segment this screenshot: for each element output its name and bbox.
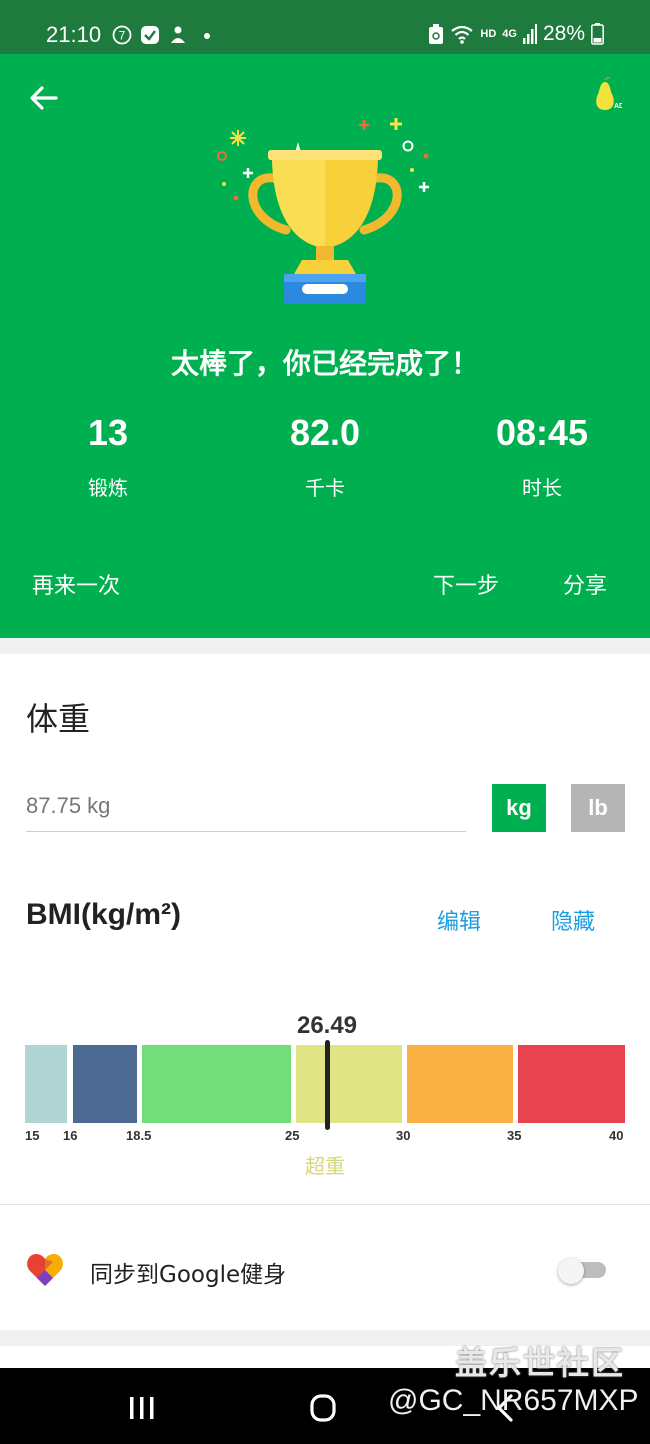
trophy-illustration — [217, 118, 429, 304]
bmi-tick: 15 — [25, 1128, 40, 1143]
bmi-marker — [325, 1040, 330, 1130]
stat-label: 千卡 — [305, 476, 345, 500]
completion-hero: AD 太棒了，你已经完成了！ 13 锻炼 82.0 千卡 08:45 时长 再来… — [0, 54, 650, 638]
section-divider — [0, 638, 650, 654]
status-bar: 21:10 7 HD 4G 28% — [0, 0, 650, 54]
google-fit-sync-toggle[interactable] — [558, 1258, 606, 1284]
stat-exercises: 13 锻炼 — [0, 412, 216, 501]
pear-ad-icon[interactable]: AD — [588, 76, 622, 116]
bmi-title: BMI(kg/m²) — [26, 898, 181, 931]
notification-7-icon: 7 — [112, 25, 132, 45]
divider-line — [0, 1204, 650, 1205]
google-fit-sync-label: 同步到Google健身 — [90, 1262, 287, 1288]
network-hd-label: HD — [480, 27, 497, 40]
bmi-segment-overweight — [296, 1045, 402, 1123]
bmi-segment-obese — [407, 1045, 513, 1123]
recycle-battery-icon — [429, 24, 444, 44]
stat-label: 时长 — [522, 476, 562, 500]
watermark-community: 盖乐世社区 — [455, 1344, 626, 1382]
bmi-tick: 40 — [609, 1128, 624, 1143]
bmi-edit-button[interactable]: 编辑 — [437, 904, 481, 936]
back-arrow-icon[interactable] — [26, 80, 62, 116]
bmi-segment-normal — [142, 1045, 291, 1123]
stat-value: 08:45 — [495, 412, 589, 453]
bmi-tick: 16 — [63, 1128, 78, 1143]
bmi-tick: 25 — [285, 1128, 300, 1143]
completion-title: 太棒了，你已经完成了！ — [170, 347, 479, 380]
toggle-knob — [558, 1258, 584, 1284]
bmi-tick: 35 — [507, 1128, 522, 1143]
stat-value: 82.0 — [289, 412, 361, 453]
battery-icon — [591, 23, 604, 45]
battery-percent: 28% — [542, 22, 585, 45]
wifi-icon — [451, 25, 474, 44]
bmi-value: 26.49 — [296, 1012, 358, 1039]
home-icon[interactable] — [303, 1388, 343, 1428]
stat-label: 锻炼 — [88, 476, 128, 500]
next-step-button[interactable]: 下一步 — [433, 568, 499, 600]
status-right: HD 4G 28% — [428, 22, 604, 46]
bmi-segment-severely-obese — [518, 1045, 625, 1123]
recent-apps-icon[interactable] — [122, 1388, 162, 1428]
signal-icon — [522, 24, 537, 44]
unit-kg-button[interactable]: kg — [492, 784, 546, 832]
bmi-tick: 30 — [396, 1128, 411, 1143]
stat-value: 13 — [87, 412, 129, 453]
stat-duration: 08:45 时长 — [434, 412, 650, 501]
bmi-tick: 18.5 — [126, 1128, 152, 1143]
svg-text:AD: AD — [614, 103, 622, 110]
bmi-segment-underweight — [73, 1045, 137, 1123]
do-again-button[interactable]: 再来一次 — [32, 568, 120, 600]
baby-icon — [171, 26, 185, 43]
bmi-category-label: 超重 — [305, 1154, 345, 1178]
check-app-icon — [141, 26, 159, 44]
bmi-hide-button[interactable]: 隐藏 — [551, 904, 595, 936]
unit-lb-button[interactable]: lb — [571, 784, 625, 832]
stat-calories: 82.0 千卡 — [217, 412, 433, 501]
google-fit-heart-icon — [27, 1254, 63, 1286]
dot-icon — [204, 33, 210, 39]
watermark-user: @GC_NR657MXP — [388, 1384, 639, 1417]
network-4g-label: 4G — [502, 27, 517, 40]
weight-input[interactable] — [26, 780, 466, 832]
svg-text:7: 7 — [119, 29, 126, 43]
weight-title: 体重 — [26, 700, 91, 738]
status-time: 21:10 — [46, 22, 102, 47]
bmi-segment-very-severely-underweight — [25, 1045, 67, 1123]
share-button[interactable]: 分享 — [563, 568, 607, 600]
